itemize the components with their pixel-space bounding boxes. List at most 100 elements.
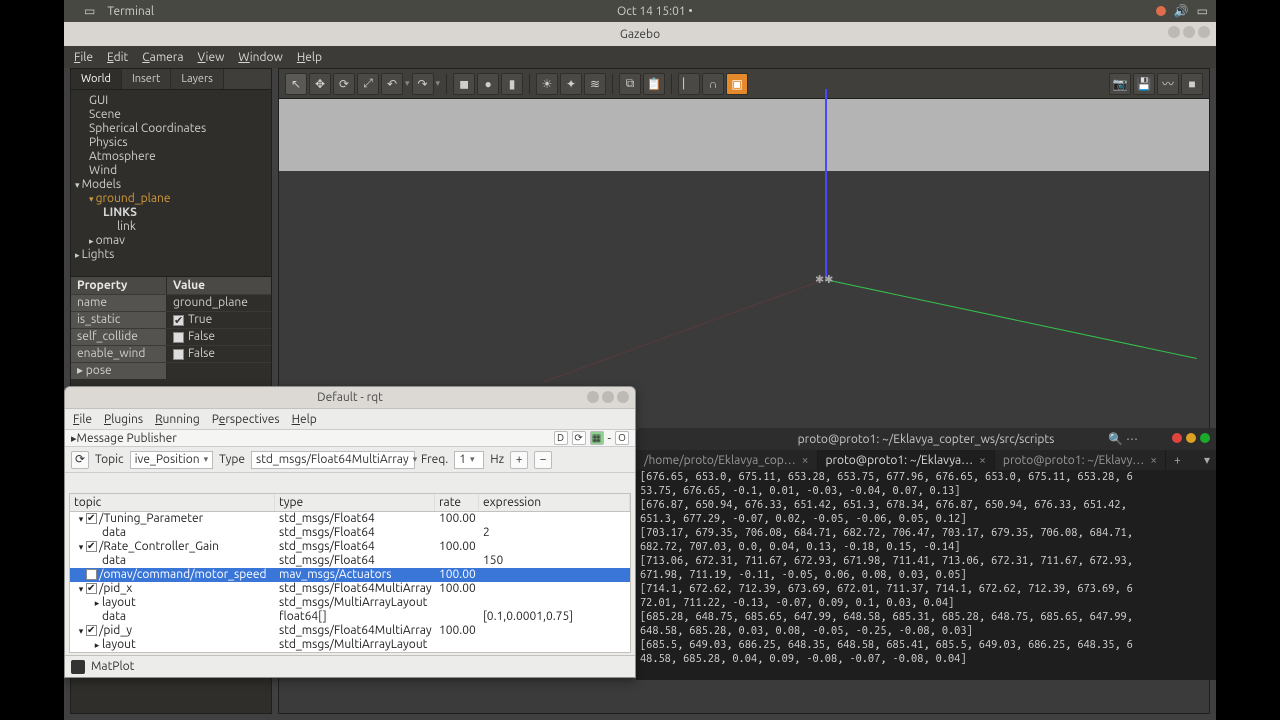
table-row[interactable]: ▾/Rate_Controller_Gainstd_msgs/Float6410… [70, 540, 630, 554]
rotate-tool[interactable]: ⟳ [333, 73, 355, 95]
table-row[interactable]: datastd_msgs/Float642 [70, 526, 630, 540]
redo-button[interactable]: ↷ [412, 73, 434, 95]
translate-tool[interactable]: ✥ [309, 73, 331, 95]
tree-models[interactable]: Models [75, 178, 267, 192]
menu-edit[interactable]: Edit [107, 51, 128, 64]
close-tab-icon[interactable]: × [979, 454, 986, 467]
checkbox[interactable] [86, 569, 97, 580]
checkbox[interactable] [86, 625, 97, 636]
maximize-button[interactable] [1200, 433, 1210, 443]
drone-model[interactable]: ✱✱ [815, 273, 837, 285]
box-tool[interactable]: ◼ [453, 73, 475, 95]
menu-help[interactable]: Help [297, 51, 322, 64]
tray-record-icon[interactable] [1156, 6, 1166, 16]
remove-button[interactable]: − [534, 451, 552, 469]
table-row[interactable]: /omav/command/motor_speedmav_msgs/Actuat… [70, 568, 630, 582]
tab-world[interactable]: World [71, 69, 122, 89]
view-angle-button[interactable]: ▣ [726, 73, 748, 95]
gazebo-titlebar[interactable]: Gazebo [64, 22, 1216, 46]
snap-button[interactable]: ∩ [702, 73, 724, 95]
maximize-button[interactable] [1183, 26, 1195, 38]
tree-lights[interactable]: Lights [75, 248, 267, 262]
table-row[interactable]: ▾/pid_ystd_msgs/Float64MultiArray100.00 [70, 624, 630, 638]
settings-button[interactable]: ▦ [590, 431, 604, 445]
new-tab-button[interactable]: + [1166, 454, 1189, 467]
cylinder-tool[interactable]: ▮ [501, 73, 523, 95]
light-point[interactable]: ☀ [536, 73, 558, 95]
menu-window[interactable]: Window [238, 51, 282, 64]
checkbox[interactable] [173, 349, 184, 360]
prop-val[interactable] [167, 363, 271, 379]
terminal-tab[interactable]: proto@proto1: ~/Eklavy…× [995, 450, 1166, 470]
maximize-button[interactable] [602, 391, 614, 403]
rqt-titlebar[interactable]: Default - rqt [65, 387, 635, 409]
tree-omav[interactable]: omav [75, 234, 267, 248]
matplot-icon[interactable] [71, 660, 85, 674]
record-button[interactable]: ■ [1181, 73, 1203, 95]
tree-item[interactable]: GUI [75, 94, 267, 108]
add-button[interactable]: + [510, 451, 528, 469]
clear-button[interactable]: O [615, 431, 629, 445]
menu-help[interactable]: Help [292, 413, 317, 426]
terminal-titlebar[interactable]: proto@proto1: ~/Eklavya_copter_ws/src/sc… [636, 428, 1216, 450]
terminal-tab[interactable]: /home/proto/Eklavya_cop…× [636, 450, 818, 470]
minimize-button[interactable] [587, 391, 599, 403]
close-button[interactable] [617, 391, 629, 403]
tab-menu[interactable]: ▾ [1198, 453, 1216, 467]
menu-file[interactable]: File [73, 413, 92, 426]
search-icon[interactable]: 🔍 ⋯ [1108, 432, 1138, 446]
save-button[interactable]: 💾 [1133, 73, 1155, 95]
reload-button[interactable]: ⟳ [572, 431, 586, 445]
paste-button[interactable]: 📋 [643, 73, 665, 95]
checkbox[interactable] [86, 583, 97, 594]
copy-button[interactable]: ⧉ [619, 73, 641, 95]
sphere-tool[interactable]: ● [477, 73, 499, 95]
freq-combo[interactable]: 1▾ [454, 451, 484, 469]
menu-camera[interactable]: Camera [142, 51, 183, 64]
tree-item[interactable]: Scene [75, 108, 267, 122]
checkbox[interactable] [173, 315, 184, 326]
tab-layers[interactable]: Layers [171, 69, 224, 89]
table-row[interactable]: datafloat64[][0.1,0.0001,0.75] [70, 610, 630, 624]
col-header[interactable]: rate [435, 494, 479, 511]
dock-button[interactable]: D [554, 431, 568, 445]
plot-button[interactable]: 〰 [1157, 73, 1179, 95]
checkbox[interactable] [173, 332, 184, 343]
menu-running[interactable]: Running [155, 413, 200, 426]
light-dir[interactable]: ≋ [584, 73, 606, 95]
menu-file[interactable]: File [74, 51, 93, 64]
menu-plugins[interactable]: Plugins [104, 413, 143, 426]
minimize-button[interactable] [1186, 433, 1196, 443]
tree-item[interactable]: Physics [75, 136, 267, 150]
table-row[interactable]: ▾/Tuning_Parameterstd_msgs/Float64100.00 [70, 512, 630, 526]
menu-perspectives[interactable]: Perspectives [212, 413, 280, 426]
light-spot[interactable]: ✦ [560, 73, 582, 95]
scale-tool[interactable]: ⤢ [357, 73, 379, 95]
tree-link[interactable]: link [75, 220, 267, 234]
table-row[interactable]: ▸layoutstd_msgs/MultiArrayLayout [70, 638, 630, 652]
tray-battery-icon[interactable]: ▭ [1197, 4, 1208, 18]
col-header[interactable]: expression [479, 494, 630, 511]
tree-item[interactable]: Spherical Coordinates [75, 122, 267, 136]
table-row[interactable]: ▸layoutstd_msgs/MultiArrayLayout [70, 596, 630, 610]
checkbox[interactable] [86, 513, 97, 524]
col-header[interactable]: type [275, 494, 435, 511]
topic-combo[interactable]: ive_Position▾ [130, 451, 213, 469]
select-tool[interactable]: ↖ [285, 73, 307, 95]
type-combo[interactable]: std_msgs/Float64MultiArray▾ [251, 451, 415, 469]
tree-item[interactable]: Wind [75, 164, 267, 178]
tab-insert[interactable]: Insert [122, 69, 171, 89]
close-tab-icon[interactable]: × [1150, 454, 1157, 467]
close-button[interactable] [1198, 26, 1210, 38]
close-tab-icon[interactable]: × [802, 454, 809, 467]
prop-val[interactable]: ground_plane [167, 295, 271, 311]
terminal-output[interactable]: [676.65, 653.0, 675.11, 653.28, 653.75, … [640, 470, 1212, 678]
col-header[interactable]: topic [70, 494, 275, 511]
tree-links[interactable]: LINKS [75, 206, 267, 220]
table-row[interactable]: ▾/pid_xstd_msgs/Float64MultiArray100.00 [70, 582, 630, 596]
terminal-tab[interactable]: proto@proto1: ~/Eklavya…× [818, 450, 995, 470]
tray-volume-icon[interactable]: 🔊 [1174, 4, 1189, 18]
align-button[interactable]: ⎸ [678, 73, 700, 95]
menu-view[interactable]: View [198, 51, 225, 64]
checkbox[interactable] [86, 541, 97, 552]
